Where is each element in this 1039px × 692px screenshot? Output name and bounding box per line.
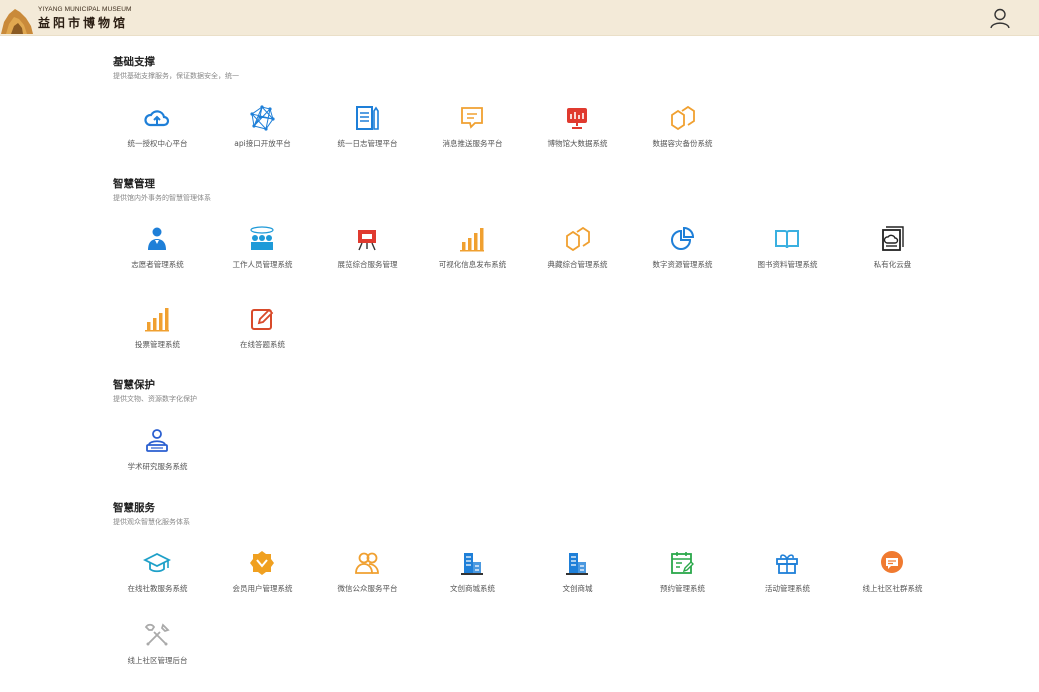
book-icon — [775, 230, 799, 249]
tools-icon — [144, 623, 170, 646]
building-icon — [461, 553, 483, 575]
tile-library[interactable]: 图书资料管理系统 — [735, 226, 840, 286]
section-title: 智慧管理 — [113, 178, 155, 190]
graduation-cap-icon — [143, 552, 171, 573]
tile-visual-info[interactable]: 可视化信息发布系统 — [420, 226, 525, 286]
tile-label: 活动管理系统 — [765, 584, 810, 593]
tile-cultural-mall[interactable]: 文创商城 — [525, 550, 630, 610]
tile-label: 私有化云盘 — [873, 260, 912, 269]
tile-online-quiz[interactable]: 在线答题系统 — [210, 306, 315, 366]
tile-community-admin[interactable]: 线上社区管理后台 — [105, 622, 210, 682]
section-title: 智慧保护 — [113, 379, 155, 391]
logo-english-text: YIYANG MUNICIPAL MUSEUM — [38, 6, 132, 13]
tile-unified-auth[interactable]: 统一授权中心平台 — [105, 105, 210, 165]
tile-label: api接口开放平台 — [234, 139, 291, 148]
tile-label: 数据容灾备份系统 — [652, 139, 713, 148]
tile-volunteer[interactable]: 志愿者管理系统 — [105, 226, 210, 286]
section-description: 提供观众智慧化服务体系 — [113, 518, 190, 526]
cloud-drive-icon — [882, 226, 904, 251]
tile-online-education[interactable]: 在线社教服务系统 — [105, 550, 210, 610]
tile-label: 博物馆大数据系统 — [547, 139, 608, 148]
building-icon — [566, 553, 588, 575]
message-icon — [461, 107, 483, 129]
bar-chart-icon — [460, 228, 484, 252]
tile-label: 展览综合服务管理 — [337, 260, 398, 269]
collection-icon — [566, 226, 590, 252]
pie-chart-icon — [671, 226, 695, 250]
log-document-icon — [356, 106, 379, 130]
tile-label: 在线社教服务系统 — [127, 584, 188, 593]
tile-label: 微信公众服务平台 — [337, 584, 398, 593]
tile-label: 在线答题系统 — [240, 340, 285, 349]
section-description: 提供文物、资源数字化保护 — [113, 395, 197, 403]
tile-label: 统一日志管理平台 — [337, 139, 398, 148]
tile-label: 学术研究服务系统 — [127, 462, 188, 471]
tile-label: 典藏综合管理系统 — [547, 260, 608, 269]
tile-label: 图书资料管理系统 — [757, 260, 818, 269]
tile-label: 文创商城 — [562, 584, 593, 593]
exhibition-easel-icon — [358, 230, 376, 251]
tile-collection[interactable]: 典藏综合管理系统 — [525, 226, 630, 286]
tile-log-platform[interactable]: 统一日志管理平台 — [315, 105, 420, 165]
tile-label: 文创商城系统 — [450, 584, 495, 593]
big-data-screen-icon — [567, 108, 587, 129]
tile-staff[interactable]: 工作人员管理系统 — [210, 226, 315, 286]
tile-label: 消息推送服务平台 — [442, 139, 503, 148]
network-icon — [250, 105, 275, 131]
section-title: 基础支撑 — [113, 56, 155, 68]
calendar-icon — [671, 552, 694, 574]
museum-logo-icon — [1, 9, 33, 34]
top-bar: YIYANG MUNICIPAL MUSEUM 益阳市博物馆 — [0, 0, 1039, 36]
tile-label: 可视化信息发布系统 — [438, 260, 507, 269]
tile-label: 数字资源管理系统 — [652, 260, 713, 269]
researcher-icon — [146, 429, 168, 452]
tile-label: 预约管理系统 — [660, 584, 705, 593]
tile-vote[interactable]: 投票管理系统 — [105, 306, 210, 366]
gift-icon — [776, 554, 798, 574]
section-smart-protection: 智慧保护 提供文物、资源数字化保护 — [113, 378, 197, 404]
section-basic-support: 基础支撑 提供基础支撑服务，保证数据安全，统一 — [113, 55, 239, 81]
tile-label: 志愿者管理系统 — [131, 260, 184, 269]
section-title: 智慧服务 — [113, 502, 155, 514]
volunteer-icon — [148, 227, 166, 250]
tile-digital-resource[interactable]: 数字资源管理系统 — [630, 226, 735, 286]
logo-chinese-text: 益阳市博物馆 — [38, 16, 129, 30]
tile-big-data[interactable]: 博物馆大数据系统 — [525, 105, 630, 165]
tile-label: 统一授权中心平台 — [127, 139, 188, 148]
tile-reservation[interactable]: 预约管理系统 — [630, 550, 735, 610]
users-icon — [355, 552, 379, 574]
tile-wechat[interactable]: 微信公众服务平台 — [315, 550, 420, 610]
tile-label: 线上社区社群系统 — [862, 584, 923, 593]
tile-backup[interactable]: 数据容灾备份系统 — [630, 105, 735, 165]
tile-online-community[interactable]: 线上社区社群系统 — [840, 550, 945, 610]
tile-api-platform[interactable]: api接口开放平台 — [210, 105, 315, 165]
chat-bubble-icon — [881, 551, 903, 573]
tile-label: 线上社区管理后台 — [127, 656, 188, 665]
tile-cloud-drive[interactable]: 私有化云盘 — [840, 226, 945, 286]
section-smart-service: 智慧服务 提供观众智慧化服务体系 — [113, 501, 190, 527]
section-description: 提供基础支撑服务，保证数据安全，统一 — [113, 72, 239, 80]
tile-academic-research[interactable]: 学术研究服务系统 — [105, 428, 210, 488]
tile-message-push[interactable]: 消息推送服务平台 — [420, 105, 525, 165]
user-avatar-icon[interactable] — [988, 6, 1012, 30]
tile-member[interactable]: 会员用户管理系统 — [210, 550, 315, 610]
section-smart-management: 智慧管理 提供馆内外事务的智慧管理体系 — [113, 177, 211, 203]
tile-label: 会员用户管理系统 — [232, 584, 293, 593]
section-description: 提供馆内外事务的智慧管理体系 — [113, 194, 211, 202]
tile-label: 工作人员管理系统 — [232, 260, 293, 269]
backup-icon — [671, 105, 695, 131]
member-badge-icon — [250, 551, 274, 575]
tile-cultural-mall-system[interactable]: 文创商城系统 — [420, 550, 525, 610]
vote-bar-icon — [145, 308, 169, 332]
tile-activity[interactable]: 活动管理系统 — [735, 550, 840, 610]
staff-icon — [250, 226, 274, 250]
edit-icon — [251, 308, 274, 330]
cloud-upload-icon — [144, 110, 170, 127]
tile-label: 投票管理系统 — [135, 340, 180, 349]
tile-exhibition[interactable]: 展览综合服务管理 — [315, 226, 420, 286]
